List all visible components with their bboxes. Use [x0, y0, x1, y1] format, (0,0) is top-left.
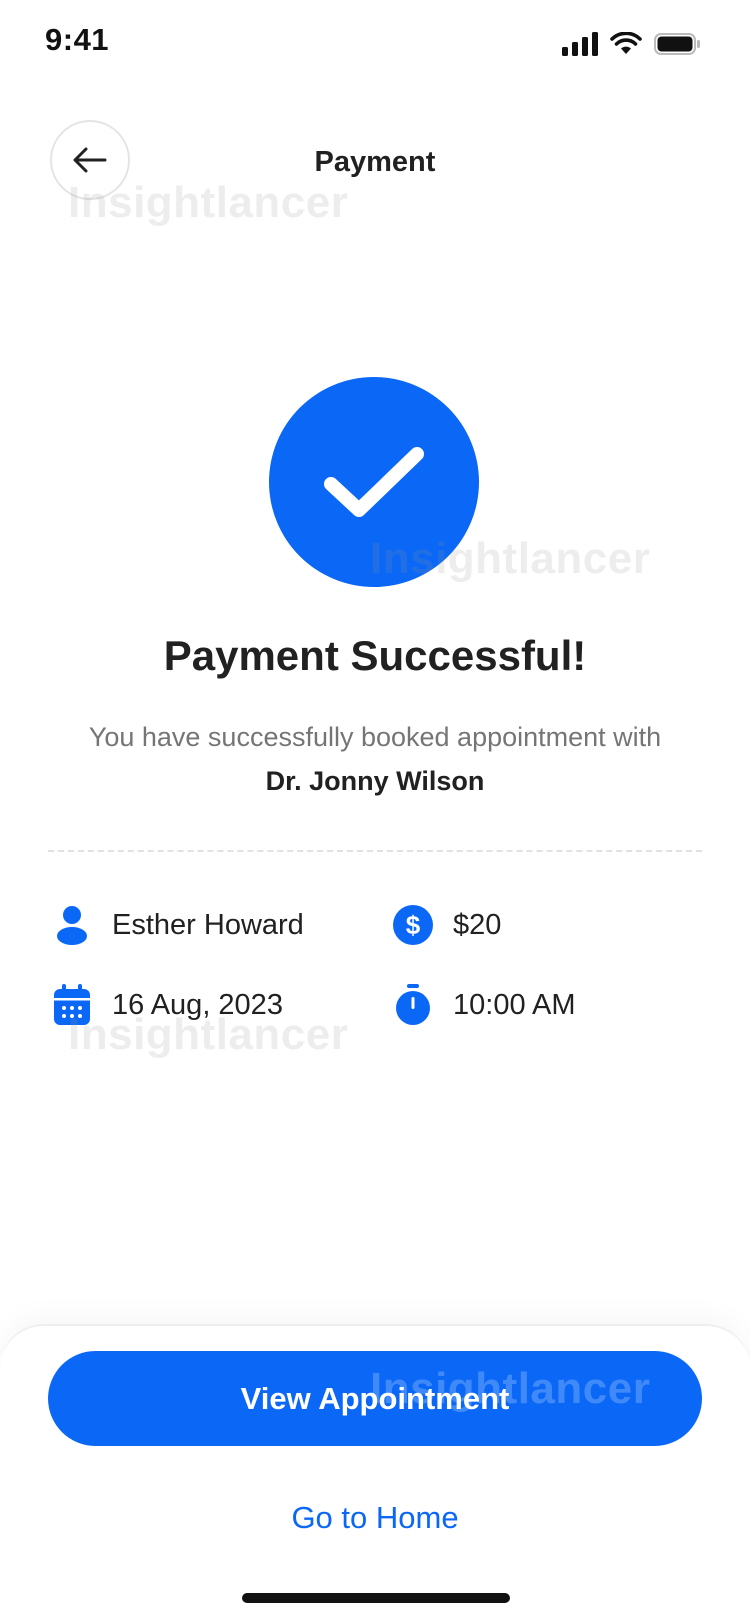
dollar-icon: $: [391, 903, 435, 947]
go-home-button[interactable]: Go to Home: [0, 1500, 750, 1536]
signal-icon: [562, 32, 598, 56]
success-title: Payment Successful!: [163, 632, 587, 679]
time-detail: 10:00 AM: [391, 983, 576, 1027]
status-bar: 9:41: [0, 0, 750, 88]
page-title: Payment: [314, 146, 436, 178]
appointment-time: 10:00 AM: [453, 988, 576, 1021]
status-icons: [562, 30, 702, 58]
stopwatch-icon: [391, 983, 435, 1027]
patient-detail: Esther Howard: [50, 903, 304, 947]
success-badge: [269, 377, 479, 587]
header: Payment: [0, 100, 750, 220]
date-detail: 16 Aug, 2023: [50, 983, 283, 1027]
appointment-date: 16 Aug, 2023: [112, 988, 283, 1021]
amount-detail: $ $20: [391, 903, 501, 947]
success-subtitle: You have successfully booked appointment…: [88, 722, 662, 752]
calendar-icon: [50, 983, 94, 1027]
amount-value: $20: [453, 908, 502, 941]
svg-text:$: $: [406, 910, 421, 940]
doctor-name: Dr. Jonny Wilson: [265, 766, 485, 796]
status-time: 9:41: [45, 22, 110, 57]
user-icon: [50, 903, 94, 947]
wifi-icon: [610, 32, 642, 54]
view-appointment-button[interactable]: View Appointment: [48, 1351, 702, 1446]
check-icon: [324, 447, 424, 517]
patient-name: Esther Howard: [112, 908, 304, 941]
home-indicator: [242, 1593, 510, 1603]
divider: [48, 850, 702, 852]
battery-icon: [654, 33, 700, 55]
